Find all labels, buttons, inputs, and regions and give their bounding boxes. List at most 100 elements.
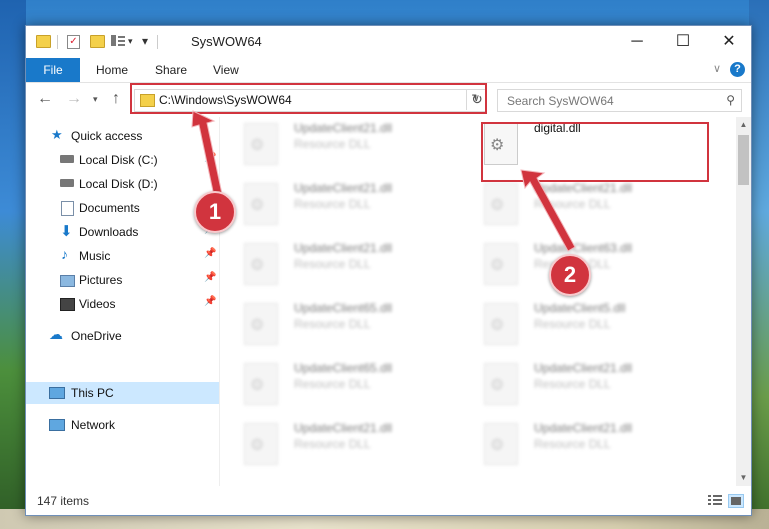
folder-icon bbox=[36, 35, 51, 48]
pin-icon[interactable]: 📌 bbox=[204, 296, 216, 307]
pin-icon[interactable]: 📌 bbox=[204, 152, 216, 163]
desktop-background-left bbox=[0, 0, 26, 529]
file-item[interactable]: ⚙ UpdateClient65.dll Resource DLL bbox=[220, 357, 456, 409]
nav-item-pictures[interactable]: Pictures 📌 bbox=[26, 269, 219, 291]
navigation-pane: ★ Quick access Local Disk (C:) 📌 Local D… bbox=[26, 117, 220, 486]
gear-icon: ⚙ bbox=[250, 377, 265, 394]
file-name: UpdateClient5.dll bbox=[534, 301, 626, 315]
gear-icon: ⚙ bbox=[490, 257, 505, 274]
file-type: Resource DLL bbox=[294, 197, 371, 211]
file-item[interactable]: ⚙ UpdateClient5.dll Resource DLL bbox=[460, 297, 696, 349]
nav-network[interactable]: Network bbox=[26, 414, 219, 436]
nav-item-videos[interactable]: Videos 📌 bbox=[26, 293, 219, 315]
desktop-background-right bbox=[749, 0, 769, 529]
nav-item-label: Documents bbox=[79, 201, 140, 215]
nav-item-documents[interactable]: Documents 📌 bbox=[26, 197, 219, 219]
file-name: UpdateClient21.dll bbox=[534, 421, 633, 435]
file-type: Resource DLL bbox=[294, 137, 371, 151]
step-1-badge: 1 bbox=[194, 191, 236, 233]
file-item[interactable]: ⚙ UpdateClient21.dll Resource DLL bbox=[460, 357, 696, 409]
file-item[interactable]: ⚙ UpdateClient21.dll Resource DLL bbox=[460, 177, 696, 229]
forward-arrow-icon[interactable]: → bbox=[66, 90, 82, 108]
ribbon-tabs: File Home Share View ∨ ? bbox=[26, 58, 751, 83]
file-item[interactable]: ⚙ UpdateClient21.dll Resource DLL bbox=[220, 417, 456, 469]
nav-this-pc-label: This PC bbox=[71, 386, 114, 400]
nav-onedrive-label: OneDrive bbox=[71, 329, 122, 343]
gear-icon: ⚙ bbox=[250, 137, 265, 154]
file-type: Resource DLL bbox=[294, 257, 371, 271]
star-icon: ★ bbox=[51, 127, 63, 142]
nav-item-local-disk-d[interactable]: Local Disk (D:) bbox=[26, 173, 219, 195]
maximize-button[interactable]: ☐ bbox=[660, 26, 706, 58]
item-count: 147 items bbox=[37, 494, 90, 508]
network-icon bbox=[49, 419, 65, 431]
nav-item-local-disk-c[interactable]: Local Disk (C:) 📌 bbox=[26, 149, 219, 171]
file-name: UpdateClient21.dll bbox=[294, 121, 393, 135]
tab-view[interactable]: View bbox=[213, 58, 239, 82]
window-title: SysWOW64 bbox=[191, 34, 262, 49]
file-name: UpdateClient21.dll bbox=[534, 361, 633, 375]
new-folder-icon[interactable] bbox=[90, 35, 105, 48]
download-icon: ⬇ bbox=[60, 223, 73, 240]
nav-quick-access-label: Quick access bbox=[71, 129, 143, 143]
pin-icon[interactable]: 📌 bbox=[204, 248, 216, 259]
nav-network-label: Network bbox=[71, 418, 116, 432]
file-item[interactable]: ⚙ UpdateClient65.dll Resource DLL bbox=[220, 297, 456, 349]
title-bar[interactable]: ✓ ▾ ▾ SysWOW64 ─ ☐ ✕ bbox=[26, 26, 751, 58]
nav-this-pc[interactable]: This PC bbox=[26, 382, 219, 404]
nav-item-label: Videos bbox=[79, 297, 116, 311]
drive-icon bbox=[60, 155, 74, 163]
tab-share[interactable]: Share bbox=[155, 58, 187, 82]
vertical-scrollbar[interactable]: ▲ ▼ bbox=[736, 117, 751, 486]
nav-item-music[interactable]: ♪ Music 📌 bbox=[26, 245, 219, 267]
file-item[interactable]: ⚙ UpdateClient21.dll Resource DLL bbox=[220, 237, 456, 289]
status-bar: 147 items bbox=[26, 486, 751, 515]
file-item[interactable]: ⚙ UpdateClient21.dll Resource DLL bbox=[220, 117, 456, 169]
scrollbar-thumb[interactable] bbox=[738, 135, 749, 185]
pin-icon[interactable]: 📌 bbox=[204, 272, 216, 283]
nav-item-label: Pictures bbox=[79, 273, 123, 287]
quick-access-dropdown-icon[interactable]: ▾ bbox=[128, 36, 133, 47]
nav-onedrive[interactable]: ☁ OneDrive bbox=[26, 325, 219, 347]
file-type: Resource DLL bbox=[534, 377, 611, 391]
gear-icon: ⚙ bbox=[490, 317, 505, 334]
large-icons-view-icon[interactable] bbox=[728, 494, 744, 508]
search-icon[interactable]: ⚲ bbox=[726, 93, 735, 107]
title-separator-2 bbox=[157, 35, 158, 49]
search-input[interactable]: Search SysWOW64 bbox=[507, 94, 614, 108]
properties-check-icon[interactable]: ✓ bbox=[67, 35, 80, 49]
tab-home[interactable]: Home bbox=[96, 58, 128, 82]
gear-icon: ⚙ bbox=[250, 317, 265, 334]
search-box[interactable]: Search SysWOW64 ⚲ bbox=[497, 89, 742, 112]
customize-quick-access-icon[interactable] bbox=[111, 35, 125, 46]
scroll-up-icon[interactable]: ▲ bbox=[736, 117, 751, 133]
details-view-icon[interactable] bbox=[708, 494, 722, 506]
scroll-down-icon[interactable]: ▼ bbox=[736, 470, 751, 486]
quick-access-menu-icon[interactable]: ▾ bbox=[142, 34, 148, 48]
file-name: UpdateClient65.dll bbox=[294, 301, 393, 315]
gear-icon: ⚙ bbox=[490, 437, 505, 454]
back-arrow-icon[interactable]: ← bbox=[37, 90, 53, 108]
up-arrow-icon[interactable]: ↑ bbox=[112, 90, 120, 108]
minimize-button[interactable]: ─ bbox=[614, 26, 660, 58]
help-icon[interactable]: ? bbox=[730, 62, 745, 77]
nav-quick-access[interactable]: ★ Quick access bbox=[26, 125, 219, 147]
file-name: UpdateClient65.dll bbox=[294, 361, 393, 375]
file-highlight bbox=[481, 122, 709, 182]
step-2-badge: 2 bbox=[549, 254, 591, 296]
file-type: Resource DLL bbox=[534, 437, 611, 451]
recent-locations-icon[interactable]: ▾ bbox=[93, 94, 98, 105]
file-item[interactable]: ⚙ UpdateClient21.dll Resource DLL bbox=[220, 177, 456, 229]
drive-icon bbox=[60, 179, 74, 187]
nav-item-downloads[interactable]: ⬇ Downloads 📌 bbox=[26, 221, 219, 243]
nav-item-label: Local Disk (D:) bbox=[79, 177, 158, 191]
file-name: UpdateClient63.dll bbox=[534, 241, 633, 255]
tab-file[interactable]: File bbox=[26, 58, 80, 82]
file-item[interactable]: ⚙ UpdateClient21.dll Resource DLL bbox=[460, 417, 696, 469]
file-name: UpdateClient21.dll bbox=[294, 181, 393, 195]
nav-item-label: Downloads bbox=[79, 225, 139, 239]
expand-ribbon-icon[interactable]: ∨ bbox=[713, 62, 721, 75]
close-button[interactable]: ✕ bbox=[706, 26, 752, 58]
nav-item-label: Local Disk (C:) bbox=[79, 153, 158, 167]
nav-item-label: Music bbox=[79, 249, 111, 263]
